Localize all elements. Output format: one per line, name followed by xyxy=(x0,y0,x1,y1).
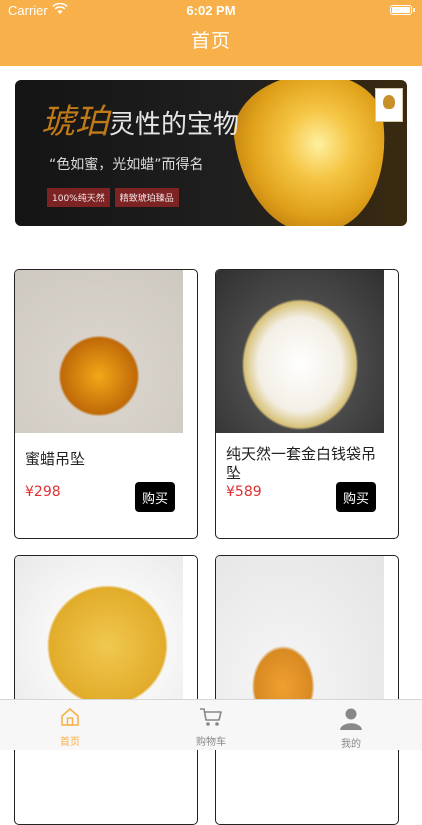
amber-pendant-image xyxy=(226,80,398,226)
buy-button[interactable]: 购买 xyxy=(135,482,175,512)
product-price: ¥589 xyxy=(226,484,262,500)
buy-button[interactable]: 购买 xyxy=(336,482,376,512)
battery-icon xyxy=(390,5,415,15)
banner-headline: 琥珀灵性的宝物 xyxy=(41,94,239,143)
product-image xyxy=(216,556,384,719)
banner-tag: 精致琥珀臻品 xyxy=(114,188,179,207)
product-name: 纯天然一套金白钱袋吊坠 xyxy=(226,445,377,482)
banner-headline-rest: 灵性的宝物 xyxy=(109,110,240,140)
product-price: ¥298 xyxy=(25,484,61,500)
page-title: 首页 xyxy=(190,30,231,52)
banner-tags: 100%纯天然 精致琥珀臻品 xyxy=(47,188,179,207)
brand-logo-icon xyxy=(375,88,403,122)
tab-label: 我的 xyxy=(341,739,361,750)
nav-header: Carrier 6:02 PM 首页 xyxy=(0,0,422,66)
product-image xyxy=(15,270,183,433)
status-time: 6:02 PM xyxy=(186,3,236,18)
status-bar: Carrier 6:02 PM xyxy=(0,0,422,22)
tab-bar: 首页 购物车 我的 xyxy=(0,699,422,750)
promo-banner[interactable]: 琥珀灵性的宝物 “色如蜜，光如蜡”而得名 100%纯天然 精致琥珀臻品 xyxy=(15,80,407,226)
tab-label: 首页 xyxy=(60,737,80,748)
cart-icon xyxy=(166,706,256,731)
tab-cart[interactable]: 购物车 xyxy=(166,706,256,748)
product-card[interactable]: 蜜蜡吊坠 ¥298 购买 xyxy=(14,269,198,539)
product-card[interactable]: 纯天然一套金白钱袋吊坠 ¥589 购买 xyxy=(215,269,399,539)
product-card[interactable] xyxy=(14,555,198,825)
tab-home[interactable]: 首页 xyxy=(25,706,115,748)
product-image xyxy=(216,270,384,433)
product-name: 蜜蜡吊坠 xyxy=(25,450,86,468)
product-image xyxy=(15,556,183,719)
tab-label: 购物车 xyxy=(196,737,226,748)
tab-profile[interactable]: 我的 xyxy=(306,706,396,750)
banner-subtitle: “色如蜜，光如蜡”而得名 xyxy=(49,157,204,173)
banner-tag: 100%纯天然 xyxy=(47,188,110,207)
home-icon xyxy=(25,706,115,731)
banner-headline-accent: 琥珀 xyxy=(41,102,109,142)
user-icon xyxy=(306,706,396,733)
product-card[interactable] xyxy=(215,555,399,825)
